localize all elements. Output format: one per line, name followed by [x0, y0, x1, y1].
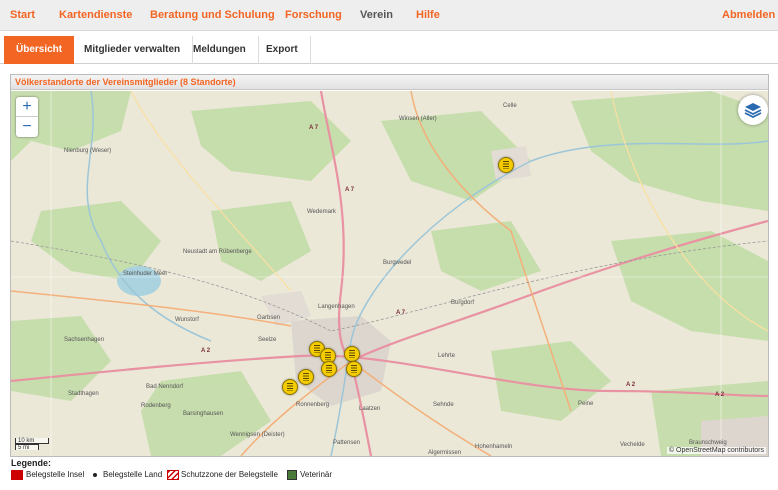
map-label: Burgdorf	[451, 300, 475, 306]
layers-icon	[744, 103, 762, 119]
beehive-marker[interactable]	[298, 369, 314, 385]
beehive-icon	[326, 365, 332, 373]
map-label: Bad Nenndorf	[146, 384, 184, 390]
map-label: Ronnenberg	[296, 402, 330, 408]
veterinary-icon	[287, 470, 297, 480]
beehive-marker[interactable]	[344, 346, 360, 362]
nav-verein[interactable]: Verein	[360, 9, 393, 21]
beehive-marker[interactable]	[321, 361, 337, 377]
layer-switcher-button[interactable]	[738, 95, 768, 125]
red-square-icon	[11, 470, 23, 480]
road-label: A 2	[626, 382, 636, 388]
map-label: Wedemark	[307, 209, 336, 215]
legend-item-belegstelle-insel: Belegstelle Insel	[11, 469, 84, 481]
dot-icon	[93, 473, 97, 477]
road-label: A 2	[715, 392, 725, 398]
map-label: Sehnde	[433, 402, 454, 408]
zoom-control: + −	[16, 97, 38, 137]
legend-label: Belegstelle Land	[103, 470, 163, 479]
map-label: Vechelde	[620, 442, 645, 448]
map-panel: Völkerstandorte der Vereinsmitglieder (8…	[10, 74, 769, 457]
map-label: Peine	[578, 401, 594, 407]
map-label: Steinhuder Meer	[123, 271, 168, 277]
map-label: Garbsen	[257, 315, 281, 321]
map-label: Lehrte	[438, 353, 456, 359]
beehive-marker[interactable]	[282, 379, 298, 395]
legend-item-belegstelle-land: Belegstelle Land	[93, 469, 162, 481]
map-label: Algermissen	[428, 450, 462, 456]
map-label: Barsinghausen	[183, 411, 224, 417]
beehive-icon	[314, 345, 320, 353]
beehive-icon	[351, 365, 357, 373]
map-label: Wunstorf	[175, 317, 199, 323]
beehive-icon	[349, 350, 355, 358]
map-label: Pattensen	[333, 440, 361, 446]
scale-mi: 5 mi	[15, 444, 39, 451]
beehive-marker[interactable]	[346, 361, 362, 377]
nav-beratung-und-schulung[interactable]: Beratung und Schulung	[150, 9, 275, 21]
nav-hilfe[interactable]: Hilfe	[416, 9, 440, 21]
map-label: Braunschweig	[689, 440, 727, 446]
map-label: Rodenberg	[141, 403, 171, 409]
map-attribution[interactable]: © OpenStreetMap contributors	[666, 447, 766, 454]
road-label: A 7	[309, 125, 319, 131]
scale-km: 10 km	[15, 438, 49, 444]
sub-tabs: Übersicht Mitglieder verwalten Meldungen…	[0, 33, 778, 64]
tab-uebersicht[interactable]: Übersicht	[4, 36, 75, 64]
top-navigation: Start Kartendienste Beratung und Schulun…	[0, 0, 778, 31]
legend-label: Belegstelle Insel	[26, 470, 85, 479]
map-label: Nienburg (Weser)	[64, 148, 112, 154]
map-label: Sachsenhagen	[64, 337, 105, 343]
zoom-out-button[interactable]: −	[16, 117, 38, 137]
nav-forschung[interactable]: Forschung	[285, 9, 342, 21]
map-label: Laatzen	[359, 406, 381, 412]
logout-link[interactable]: Abmelden	[722, 9, 775, 21]
map-label: Neustadt am Rübenberge	[183, 249, 252, 255]
hatched-square-icon	[167, 470, 179, 480]
nav-start[interactable]: Start	[10, 9, 35, 21]
beehive-icon	[303, 373, 309, 381]
legend-item-veterinaer: Veterinär	[287, 469, 332, 481]
tab-export[interactable]: Export	[254, 36, 311, 64]
legend-label: Veterinär	[300, 470, 333, 479]
beehive-icon	[325, 352, 331, 360]
map-label: Hohenhameln	[475, 444, 513, 450]
zoom-in-button[interactable]: +	[16, 97, 38, 117]
map-label: Seelze	[258, 337, 277, 343]
map-label: Burgwedel	[383, 260, 412, 266]
map-label: Celle	[503, 103, 517, 109]
scale-bar: 10 km 5 mi	[15, 438, 49, 451]
panel-title: Völkerstandorte der Vereinsmitglieder (8…	[11, 75, 768, 90]
nav-kartendienste[interactable]: Kartendienste	[59, 9, 132, 21]
tab-meldungen[interactable]: Meldungen	[181, 36, 259, 64]
road-label: A 7	[396, 310, 406, 316]
map-label: Langenhagen	[318, 304, 355, 310]
map-label: Wennigsen (Deister)	[230, 432, 285, 438]
legend-title: Legende:	[11, 458, 52, 468]
map-label: Winsen (Aller)	[399, 116, 437, 122]
road-label: A 7	[345, 187, 355, 193]
legend-item-schutzzone: Schutzzone der Belegstelle	[167, 469, 278, 481]
beehive-icon	[287, 383, 293, 391]
beehive-icon	[503, 161, 509, 169]
beehive-marker[interactable]	[498, 157, 514, 173]
map-view[interactable]: Nienburg (Weser) Winsen (Aller) Celle We…	[11, 91, 768, 456]
legend-label: Schutzzone der Belegstelle	[181, 470, 278, 479]
road-label: A 2	[201, 348, 211, 354]
tab-mitglieder-verwalten[interactable]: Mitglieder verwalten	[72, 36, 194, 64]
map-label: Stadthagen	[68, 391, 99, 397]
